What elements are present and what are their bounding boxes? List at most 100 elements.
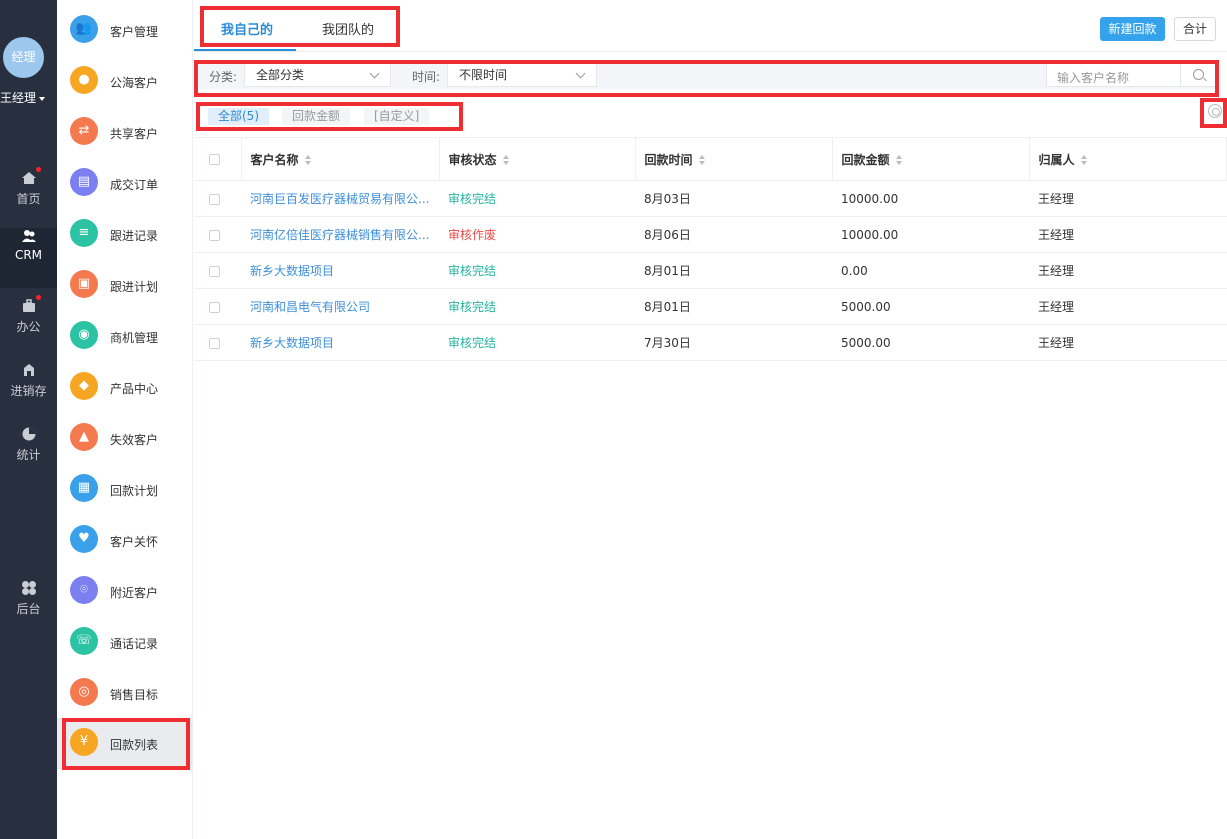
sort-icon[interactable] xyxy=(304,155,312,165)
new-payment-button[interactable]: 新建回款 xyxy=(1100,17,1165,41)
filter-bar: 分类: 全部分类 时间: 不限时间 输入客户名称 xyxy=(199,61,1216,89)
sidebar-item-label: 通话记录 xyxy=(110,637,159,651)
payment-list-icon: ¥ xyxy=(70,728,98,756)
tab-mine[interactable]: 我自己的 xyxy=(221,19,273,38)
owner: 王经理 xyxy=(1029,252,1227,289)
sidebar-item-customer-management[interactable]: 👥 客户管理 xyxy=(57,12,193,63)
search-input[interactable]: 输入客户名称 xyxy=(1057,69,1129,86)
share-user-icon: ⇄ xyxy=(70,117,98,145)
search-divider xyxy=(1180,64,1181,86)
row-checkbox[interactable] xyxy=(209,301,220,313)
select-all-cell xyxy=(194,137,242,181)
rail-item-stats[interactable]: 统计 xyxy=(0,426,57,486)
table-row[interactable]: 新乡大数据项目 审核完结 8月01日 0.00 王经理 xyxy=(194,252,1227,289)
payment-amount: 10000.00 xyxy=(832,216,1029,253)
table-row[interactable]: 河南巨百发医疗器械贸易有限公... 审核完结 8月03日 10000.00 王经… xyxy=(194,180,1227,217)
subtab-all[interactable]: 全部(5) xyxy=(208,108,269,125)
table-row[interactable]: 河南亿倍佳医疗器械销售有限公... 审核作废 8月06日 10000.00 王经… xyxy=(194,216,1227,253)
sidebar-item-payment-list[interactable]: ¥ 回款列表 xyxy=(57,718,193,769)
status-text: 审核完结 xyxy=(439,252,635,289)
status-text: 审核完结 xyxy=(439,288,635,325)
sidebar-item-follow-records[interactable]: ≡ 跟进记录 xyxy=(57,216,193,267)
rail-item-inventory[interactable]: 进销存 xyxy=(0,362,57,422)
category-select[interactable]: 全部分类 xyxy=(244,63,391,87)
sidebar-item-public-customers[interactable]: ● 公海客户 xyxy=(57,63,193,114)
order-icon: ▤ xyxy=(70,168,98,196)
chevron-down-icon xyxy=(369,68,380,79)
sidebar-item-products[interactable]: ◆ 产品中心 xyxy=(57,369,193,420)
pie-chart-icon xyxy=(21,426,37,442)
sidebar-item-lost-customers[interactable]: ▲ 失效客户 xyxy=(57,420,193,471)
user-menu[interactable]: 王经理 xyxy=(0,89,57,106)
time-value: 不限时间 xyxy=(459,68,508,82)
rail-label: 首页 xyxy=(16,192,41,206)
avatar[interactable]: 经理 xyxy=(3,37,44,78)
column-header-status[interactable]: 审核状态 xyxy=(439,137,636,181)
customer-link[interactable]: 新乡大数据项目 xyxy=(241,252,439,289)
row-checkbox[interactable] xyxy=(209,265,220,277)
sidebar-item-label: 回款计划 xyxy=(110,484,159,498)
row-checkbox[interactable] xyxy=(209,337,220,349)
row-checkbox[interactable] xyxy=(209,229,220,241)
row-checkbox[interactable] xyxy=(209,193,220,205)
settings-gear-icon[interactable] xyxy=(1208,104,1222,118)
sidebar-item-call-records[interactable]: ☏ 通话记录 xyxy=(57,624,193,675)
sort-icon[interactable] xyxy=(502,155,510,165)
column-header-customer[interactable]: 客户名称 xyxy=(241,137,440,181)
grid-apps-icon xyxy=(21,580,37,596)
sidebar-item-follow-plans[interactable]: ▣ 跟进计划 xyxy=(57,267,193,318)
sidebar-item-opportunities[interactable]: ◉ 商机管理 xyxy=(57,318,193,369)
owner: 王经理 xyxy=(1029,180,1227,217)
sidebar-item-label: 产品中心 xyxy=(110,382,159,396)
rail-item-home[interactable]: 首页 xyxy=(0,167,57,230)
total-button[interactable]: 合计 xyxy=(1174,17,1216,41)
rail-item-office[interactable]: 办公 xyxy=(0,295,57,358)
sidebar-item-nearby-customers[interactable]: ⌾ 附近客户 xyxy=(57,573,193,624)
table-header-row: 客户名称 审核状态 回款时间 回款金额 归属人 xyxy=(194,137,1227,181)
sidebar-item-shared-customers[interactable]: ⇄ 共享客户 xyxy=(57,114,193,165)
app-rail: 经理 王经理 首页 CRM 办公 进销存 统计 后台 xyxy=(0,0,57,839)
crm-users-icon xyxy=(21,228,37,244)
column-header-date[interactable]: 回款时间 xyxy=(635,137,833,181)
payment-date: 8月06日 xyxy=(635,216,832,253)
column-header-owner[interactable]: 归属人 xyxy=(1029,137,1227,181)
sort-icon[interactable] xyxy=(895,155,903,165)
sidebar-item-orders[interactable]: ▤ 成交订单 xyxy=(57,165,193,216)
target-icon: ◎ xyxy=(70,678,98,706)
payment-plan-icon: ▦ xyxy=(70,474,98,502)
warning-icon: ▲ xyxy=(70,423,98,451)
sidebar-item-label: 客户关怀 xyxy=(110,535,159,549)
select-all-checkbox[interactable] xyxy=(209,154,220,165)
customer-link[interactable]: 河南和昌电气有限公司 xyxy=(241,288,439,325)
subtab-custom[interactable]: [自定义] xyxy=(364,108,430,125)
customer-link[interactable]: 新乡大数据项目 xyxy=(241,324,439,361)
rail-item-crm[interactable]: CRM xyxy=(0,228,57,288)
active-tab-indicator xyxy=(194,49,296,51)
customer-link[interactable]: 河南亿倍佳医疗器械销售有限公... xyxy=(241,216,439,253)
sidebar-item-customer-care[interactable]: ♥ 客户关怀 xyxy=(57,522,193,573)
caret-down-icon xyxy=(39,96,46,101)
briefcase-icon xyxy=(21,295,41,314)
sidebar-item-label: 成交订单 xyxy=(110,178,159,192)
table-row[interactable]: 新乡大数据项目 审核完结 7月30日 5000.00 王经理 xyxy=(194,324,1227,361)
sort-icon[interactable] xyxy=(698,155,706,165)
payment-date: 8月01日 xyxy=(635,288,832,325)
sidebar-item-label: 共享客户 xyxy=(110,127,159,141)
sidebar-item-label: 客户管理 xyxy=(110,25,159,39)
tab-team[interactable]: 我团队的 xyxy=(322,19,374,38)
rail-label: 统计 xyxy=(16,448,41,462)
customer-link[interactable]: 河南巨百发医疗器械贸易有限公... xyxy=(241,180,439,217)
column-header-amount[interactable]: 回款金额 xyxy=(832,137,1030,181)
time-select[interactable]: 不限时间 xyxy=(447,63,597,87)
sidebar-item-payment-plans[interactable]: ▦ 回款计划 xyxy=(57,471,193,522)
inventory-icon xyxy=(21,362,37,378)
subtab-amount[interactable]: 回款金额 xyxy=(282,108,351,125)
sort-icon[interactable] xyxy=(1080,155,1088,165)
table-row[interactable]: 河南和昌电气有限公司 审核完结 8月01日 5000.00 王经理 xyxy=(194,288,1227,325)
bulb-icon: ◉ xyxy=(70,321,98,349)
plan-icon: ▣ xyxy=(70,270,98,298)
sidebar-item-label: 公海客户 xyxy=(110,76,159,90)
rail-item-admin[interactable]: 后台 xyxy=(0,580,57,640)
payment-date: 8月01日 xyxy=(635,252,832,289)
search-icon[interactable] xyxy=(1193,69,1204,80)
